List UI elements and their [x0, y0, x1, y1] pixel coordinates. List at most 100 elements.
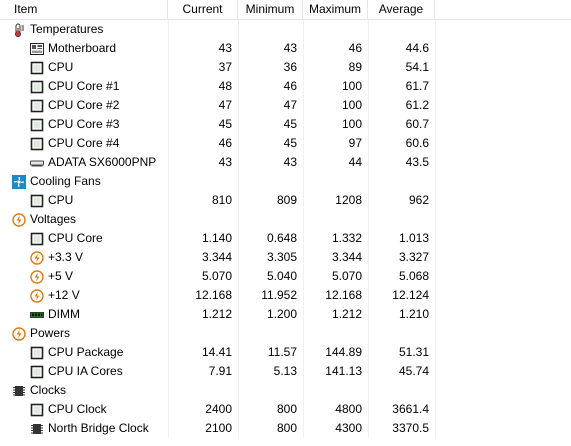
maximum-value: 1208	[335, 193, 362, 207]
maximum-value: 144.89	[325, 345, 362, 359]
cpu-chip-icon	[30, 61, 44, 75]
voltage-icon	[12, 212, 26, 227]
average-value: 3661.4	[392, 402, 429, 416]
cpu-chip-icon	[30, 403, 44, 417]
minimum-value: 800	[276, 402, 297, 416]
column-header-maximum[interactable]: Maximum	[303, 0, 368, 19]
sensor-rows: Temperatures Motherboard 43 43 46 44.6 CPU 37 36…	[0, 20, 571, 438]
sensor-name: CPU	[0, 191, 168, 210]
current-value: 810	[211, 193, 232, 207]
voltage-icon	[30, 288, 44, 303]
ram-icon	[30, 308, 44, 322]
sensor-row[interactable]: CPU Core #3 45 45 100 60.7	[0, 115, 571, 134]
current-value: 47	[218, 98, 232, 112]
column-header-average[interactable]: Average	[368, 0, 435, 19]
sensor-row[interactable]: +12 V 12.168 11.952 12.168 12.124	[0, 286, 571, 305]
minimum-value: 800	[276, 421, 297, 435]
average-value: 12.124	[392, 288, 429, 302]
sensor-row[interactable]: DIMM 1.212 1.200 1.212 1.210	[0, 305, 571, 324]
sensor-label: +3.3 V	[48, 250, 84, 264]
cpu-chip-icon	[30, 365, 44, 379]
sensor-row[interactable]: CPU Core #1 48 46 100 61.7	[0, 77, 571, 96]
maximum-value: 5.070	[331, 269, 362, 283]
average-value: 61.7	[405, 79, 429, 93]
sensor-row[interactable]: CPU Core #2 47 47 100 61.2	[0, 96, 571, 115]
group-row-voltages[interactable]: Voltages	[0, 210, 571, 229]
group-name: Voltages	[0, 210, 168, 229]
sensor-label: CPU	[48, 193, 74, 207]
current-value: 7.91	[208, 364, 232, 378]
sensor-name: +12 V	[0, 286, 168, 305]
column-header-item[interactable]: Item	[0, 0, 168, 19]
group-label: Voltages	[30, 212, 77, 226]
empty-cell	[168, 381, 238, 400]
group-row-clocks[interactable]: Clocks	[0, 381, 571, 400]
minimum-value: 47	[283, 98, 297, 112]
sensor-row[interactable]: CPU Clock 2400 800 4800 3661.4	[0, 400, 571, 419]
motherboard-icon	[30, 42, 44, 56]
sensor-label: CPU IA Cores	[48, 364, 123, 378]
empty-cell	[368, 172, 435, 191]
maximum-value: 4800	[335, 402, 362, 416]
maximum-value: 44	[348, 155, 362, 169]
current-value: 1.140	[201, 231, 232, 245]
group-row-powers[interactable]: Powers	[0, 324, 571, 343]
sensor-label: CPU Core #4	[48, 136, 120, 150]
sensor-name: CPU Clock	[0, 400, 168, 419]
sensor-label: CPU Core	[48, 231, 103, 245]
empty-cell	[238, 20, 303, 39]
maximum-value: 100	[341, 117, 362, 131]
current-value: 43	[218, 41, 232, 55]
column-header-current[interactable]: Current	[168, 0, 238, 19]
minimum-value: 45	[283, 117, 297, 131]
minimum-value: 0.648	[266, 231, 297, 245]
sensor-name: CPU Package	[0, 343, 168, 362]
maximum-value: 141.13	[325, 364, 362, 378]
sensor-row[interactable]: +5 V 5.070 5.040 5.070 5.068	[0, 267, 571, 286]
sensor-row[interactable]: CPU Package 14.41 11.57 144.89 51.31	[0, 343, 571, 362]
column-divider	[168, 20, 169, 438]
cpu-chip-icon	[30, 137, 44, 151]
sensor-row[interactable]: CPU 810 809 1208 962	[0, 191, 571, 210]
average-value: 1.013	[398, 231, 429, 245]
average-value: 962	[408, 193, 429, 207]
group-row-temperatures[interactable]: Temperatures	[0, 20, 571, 39]
average-value: 3370.5	[392, 421, 429, 435]
average-value: 61.2	[405, 98, 429, 112]
sensor-row[interactable]: ADATA SX6000PNP 43 43 44 43.5	[0, 153, 571, 172]
minimum-value: 46	[283, 79, 297, 93]
average-value: 60.7	[405, 117, 429, 131]
average-value: 60.6	[405, 136, 429, 150]
group-row-cooling-fans[interactable]: Cooling Fans	[0, 172, 571, 191]
sensor-row[interactable]: CPU 37 36 89 54.1	[0, 58, 571, 77]
empty-cell	[303, 381, 368, 400]
maximum-value: 4300	[335, 421, 362, 435]
sensor-name: CPU Core #4	[0, 134, 168, 153]
empty-cell	[368, 20, 435, 39]
sensor-label: CPU Core #1	[48, 79, 120, 93]
sensor-row[interactable]: CPU Core 1.140 0.648 1.332 1.013	[0, 229, 571, 248]
column-divider	[435, 20, 436, 438]
clock-chip-icon	[30, 422, 44, 436]
cpu-chip-icon	[30, 118, 44, 132]
empty-cell	[238, 210, 303, 229]
sensor-label: North Bridge Clock	[48, 421, 149, 435]
sensor-row[interactable]: CPU Core #4 46 45 97 60.6	[0, 134, 571, 153]
column-header-minimum[interactable]: Minimum	[238, 0, 303, 19]
sensor-name: CPU Core	[0, 229, 168, 248]
sensor-row[interactable]: CPU IA Cores 7.91 5.13 141.13 45.74	[0, 362, 571, 381]
sensor-row[interactable]: +3.3 V 3.344 3.305 3.344 3.327	[0, 248, 571, 267]
maximum-value: 46	[348, 41, 362, 55]
minimum-value: 11.952	[261, 288, 297, 302]
sensor-row[interactable]: Motherboard 43 43 46 44.6	[0, 39, 571, 58]
group-name: Temperatures	[0, 20, 168, 39]
current-value: 2100	[205, 421, 232, 435]
current-value: 12.168	[195, 288, 232, 302]
sensor-name: ADATA SX6000PNP	[0, 153, 168, 172]
empty-cell	[303, 20, 368, 39]
column-divider	[303, 20, 304, 438]
sensor-row[interactable]: North Bridge Clock 2100 800 4300 3370.5	[0, 419, 571, 438]
fan-icon	[12, 174, 26, 189]
minimum-value: 1.200	[266, 307, 297, 321]
sensor-name: +5 V	[0, 267, 168, 286]
